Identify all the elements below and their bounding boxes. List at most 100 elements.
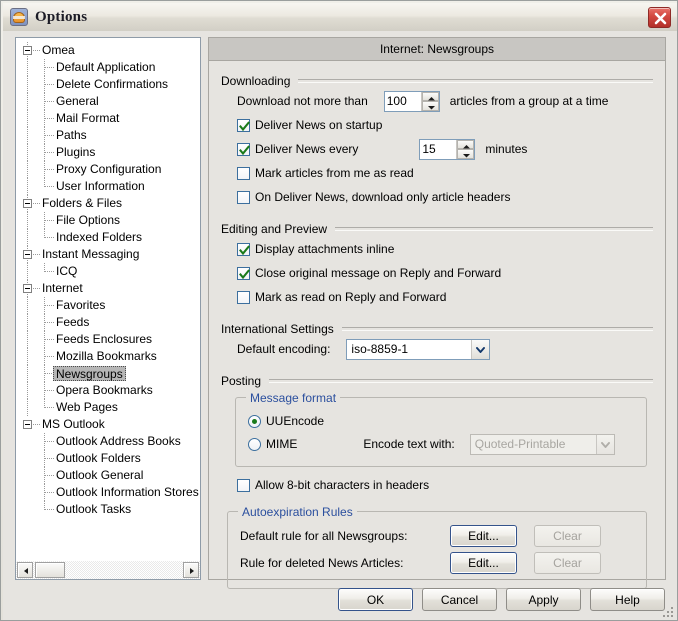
apply-button[interactable]: Apply (506, 588, 581, 611)
tree-item-feeds-enclosures[interactable]: Feeds Enclosures (16, 331, 200, 348)
tree-item-ms-outlook[interactable]: MS Outlook (16, 416, 200, 433)
tree-item-plugins[interactable]: Plugins (16, 144, 200, 161)
download-limit-input[interactable] (384, 91, 421, 111)
mark-as-read-row[interactable]: Mark as read on Reply and Forward (221, 285, 653, 309)
uuencode-radio[interactable] (248, 414, 261, 428)
tree-item-delete-confirmations[interactable]: Delete Confirmations (16, 76, 200, 93)
help-button[interactable]: Help (590, 588, 665, 611)
tree-item-feeds[interactable]: Feeds (16, 314, 200, 331)
tree-connector (27, 127, 28, 144)
tree-item-favorites[interactable]: Favorites (16, 297, 200, 314)
tree-connector (27, 382, 28, 399)
mark-as-read-checkbox[interactable] (237, 290, 250, 304)
tree-item-mozilla-bookmarks[interactable]: Mozilla Bookmarks (16, 348, 200, 365)
allow-8bit-checkbox[interactable] (237, 478, 250, 492)
tree-item-paths[interactable]: Paths (16, 127, 200, 144)
tree-item-general[interactable]: General (16, 93, 200, 110)
tree-item-omea[interactable]: Omea (16, 42, 200, 59)
tree-item-label: Outlook Address Books (56, 434, 181, 448)
tree-item-label: General (56, 94, 99, 108)
tree-connector (33, 203, 40, 204)
deliver-every-stepper[interactable] (419, 138, 476, 160)
tree-item-default-application[interactable]: Default Application (16, 59, 200, 76)
edit-deleted-rule-button[interactable]: Edit... (450, 551, 517, 574)
close-original-row[interactable]: Close original message on Reply and Forw… (221, 261, 653, 285)
stepper-arrows[interactable] (420, 91, 439, 111)
deliver-every-input[interactable] (420, 139, 457, 159)
tree-item-outlook-folders[interactable]: Outlook Folders (16, 450, 200, 467)
tree-connector (45, 118, 54, 119)
message-format-fieldset: Message format UUEncode MIME Encode text… (235, 391, 647, 467)
deliver-on-startup-checkbox[interactable] (237, 118, 250, 132)
stepper-arrows[interactable] (456, 139, 475, 159)
tree-item-newsgroups[interactable]: Newsgroups (16, 365, 200, 382)
mark-from-me-checkbox[interactable] (237, 166, 250, 180)
group-label: Editing and Preview (221, 222, 328, 236)
tree-item-folders-files[interactable]: Folders & Files (16, 195, 200, 212)
chevron-down-icon[interactable] (471, 339, 490, 359)
deliver-on-startup-label: Deliver News on startup (255, 118, 383, 132)
tree-item-indexed-folders[interactable]: Indexed Folders (16, 229, 200, 246)
tree-connector (27, 76, 28, 93)
stepper-down-icon[interactable] (457, 149, 475, 159)
ok-button[interactable]: OK (338, 588, 413, 611)
mime-radio[interactable] (248, 437, 261, 451)
tree-item-instant-messaging[interactable]: Instant Messaging (16, 246, 200, 263)
chevron-down-icon (595, 434, 614, 454)
tree-collapse-icon[interactable] (23, 46, 32, 55)
tree-item-outlook-address-books[interactable]: Outlook Address Books (16, 433, 200, 450)
tree-item-label: Folders & Files (42, 196, 123, 210)
stepper-up-icon[interactable] (421, 91, 439, 101)
resize-grip-icon[interactable] (661, 605, 675, 619)
tree-item-user-information[interactable]: User Information (16, 178, 200, 195)
headers-only-row[interactable]: On Deliver News, download only article h… (221, 185, 653, 209)
default-encoding-select[interactable]: iso-8859-1 (346, 338, 491, 360)
tree-collapse-icon[interactable] (23, 420, 32, 429)
tree-connector (33, 424, 40, 425)
cancel-button[interactable]: Cancel (422, 588, 497, 611)
attachments-inline-checkbox[interactable] (237, 242, 250, 256)
deliver-every-checkbox[interactable] (237, 142, 250, 156)
mime-row[interactable]: MIME Encode text with: Quoted-Printable (248, 432, 634, 456)
mark-from-me-row[interactable]: Mark articles from me as read (221, 161, 653, 185)
tree-item-outlook-tasks[interactable]: Outlook Tasks (16, 501, 200, 518)
tree-collapse-icon[interactable] (23, 284, 32, 293)
tree-connector (27, 263, 28, 280)
tree-item-file-options[interactable]: File Options (16, 212, 200, 229)
stepper-down-icon[interactable] (421, 101, 439, 111)
window-title: Options (35, 8, 88, 25)
tree-item-icq[interactable]: ICQ (16, 263, 200, 280)
download-limit-stepper[interactable] (383, 90, 440, 112)
tree-item-outlook-information-stores[interactable]: Outlook Information Stores (16, 484, 200, 501)
edit-default-rule-button[interactable]: Edit... (450, 524, 517, 547)
tree-item-outlook-general[interactable]: Outlook General (16, 467, 200, 484)
tree-item-proxy-configuration[interactable]: Proxy Configuration (16, 161, 200, 178)
tree-item-web-pages[interactable]: Web Pages (16, 399, 200, 416)
close-icon[interactable] (648, 7, 671, 28)
deliver-every-suffix: minutes (485, 142, 528, 156)
tree-item-opera-bookmarks[interactable]: Opera Bookmarks (16, 382, 200, 399)
attachments-inline-row[interactable]: Display attachments inline (221, 237, 653, 261)
close-original-checkbox[interactable] (237, 266, 250, 280)
tree-horizontal-scrollbar[interactable] (16, 560, 200, 579)
tree-collapse-icon[interactable] (23, 250, 32, 259)
tree-connector (27, 144, 28, 161)
tree-item-mail-format[interactable]: Mail Format (16, 110, 200, 127)
tree-collapse-icon[interactable] (23, 199, 32, 208)
mime-label: MIME (266, 437, 298, 451)
headers-only-checkbox[interactable] (237, 190, 250, 204)
encode-with-select[interactable]: Quoted-Printable (469, 433, 615, 455)
stepper-up-icon[interactable] (457, 139, 475, 149)
scroll-right-icon[interactable] (183, 562, 199, 578)
deliver-every-row[interactable]: Deliver News every minutes (221, 137, 653, 161)
uuencode-row[interactable]: UUEncode (248, 410, 634, 432)
group-rule (269, 379, 653, 383)
scroll-left-icon[interactable] (17, 562, 33, 578)
scroll-thumb[interactable] (35, 562, 65, 578)
deliver-on-startup-row[interactable]: Deliver News on startup (221, 113, 653, 137)
settings-tree[interactable]: Omea Default Application Delete Confirmati… (15, 37, 201, 580)
tree-item-internet[interactable]: Internet (16, 280, 200, 297)
allow-8bit-row[interactable]: Allow 8-bit characters in headers (221, 473, 653, 497)
group-rule (341, 327, 653, 331)
tree-connector (45, 441, 54, 442)
